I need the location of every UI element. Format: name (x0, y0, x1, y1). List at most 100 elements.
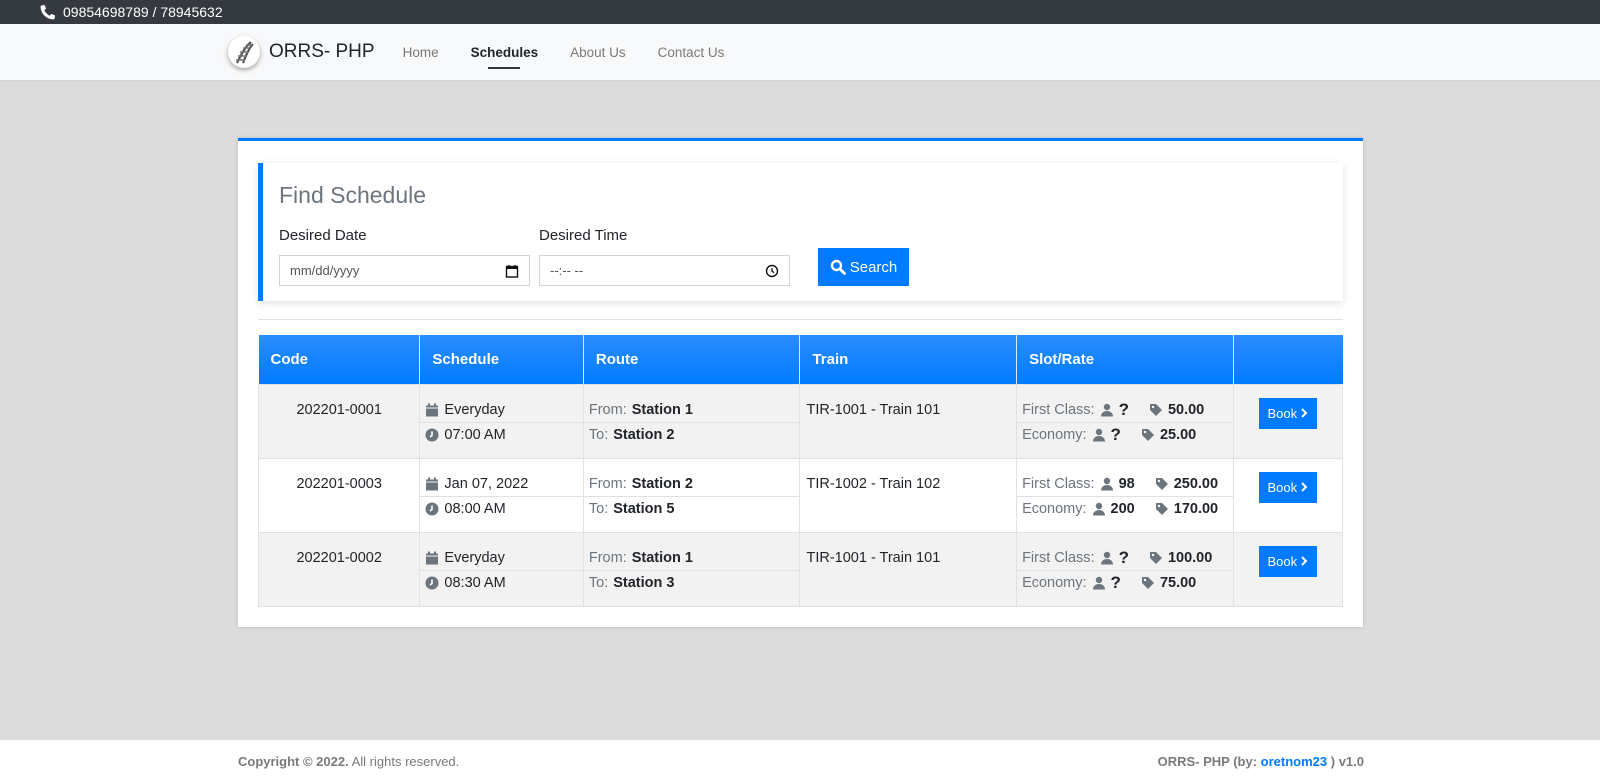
book-button[interactable]: Book (1258, 545, 1317, 577)
economy-slots: ? (1110, 573, 1121, 592)
time-placeholder: --:-- -- (550, 263, 584, 278)
author-link[interactable]: oretnom23 (1261, 754, 1327, 769)
schedule-code: 202201-0003 (257, 457, 421, 533)
clock-picker-icon[interactable] (765, 264, 779, 278)
chevron-right-icon (1301, 556, 1308, 566)
first-class-rate: 100.00 (1167, 549, 1213, 566)
price-tag-icon (1149, 403, 1162, 416)
desired-time-label: Desired Time (539, 227, 628, 244)
route-to: Station 3 (613, 575, 675, 591)
nav-contact-us[interactable]: Contact Us (642, 24, 741, 80)
calendar-icon (426, 551, 439, 564)
slot-rate-cell: First Class: 98 250.00 Economy: 200 170.00 (1016, 457, 1234, 533)
user-icon (1100, 551, 1113, 564)
header-code: Code (258, 335, 421, 384)
user-icon (1100, 403, 1113, 416)
first-class-rate: 50.00 (1167, 401, 1205, 418)
route-from: Station 1 (631, 549, 693, 566)
brand-name: ORRS- PHP (269, 41, 375, 62)
economy-slots: 200 (1110, 501, 1135, 517)
route-from: Station 2 (631, 475, 693, 492)
route-cell: From: Station 1 To: Station 3 (582, 531, 801, 607)
economy-label: Economy: (1022, 427, 1087, 443)
route-to: Station 5 (613, 501, 675, 517)
brand[interactable]: ORRS- PHP (228, 36, 375, 68)
header-train: Train (799, 335, 1018, 384)
train-name: TIR-1001 - Train 101 (799, 383, 1018, 459)
schedule-table: Code Schedule Route Train Slot/Rate 2022… (257, 335, 1344, 607)
user-icon (1092, 576, 1105, 590)
to-label: To: (588, 501, 609, 517)
desired-date-label: Desired Date (279, 227, 367, 244)
slot-rate-cell: First Class:? 100.00 Economy:? 75.00 (1016, 531, 1234, 607)
find-schedule-panel: Find Schedule Desired Date mm/dd/yyyy De… (258, 163, 1343, 301)
credit-suffix: ) v1.0 (1327, 754, 1364, 769)
contact-phone: 09854698789 / 78945632 (63, 4, 223, 20)
first-class-slots: ? (1118, 399, 1129, 419)
calendar-icon (426, 403, 439, 416)
schedule-time: 08:30 AM (444, 575, 506, 591)
economy-label: Economy: (1022, 501, 1087, 517)
book-label: Book (1267, 405, 1298, 421)
search-icon (830, 259, 846, 275)
credit-prefix: ORRS- PHP (by: (1157, 754, 1261, 769)
route-from: Station 1 (631, 401, 693, 418)
price-tag-icon (1141, 429, 1154, 441)
economy-rate: 75.00 (1159, 575, 1197, 591)
nav-home[interactable]: Home (387, 24, 455, 80)
credit: ORRS- PHP (by: oretnom23 ) v1.0 (1158, 754, 1364, 769)
to-label: To: (588, 427, 609, 443)
chevron-right-icon (1301, 482, 1308, 492)
chevron-right-icon (1301, 408, 1308, 418)
nav-about-us[interactable]: About Us (554, 24, 642, 80)
book-label: Book (1267, 479, 1298, 495)
desired-date-input[interactable]: mm/dd/yyyy (279, 255, 530, 286)
book-button[interactable]: Book (1258, 397, 1317, 429)
to-label: To: (588, 575, 609, 591)
header-action (1233, 335, 1343, 384)
search-button[interactable]: Search (818, 248, 909, 286)
table-row: 202201-0003 Jan 07, 2022 08:00 AM From: Stat… (257, 457, 1344, 533)
calendar-icon (426, 477, 439, 490)
train-name: TIR-1001 - Train 101 (799, 531, 1018, 607)
action-cell: Book (1232, 531, 1344, 607)
header-route: Route (583, 335, 801, 384)
header-slot-rate: Slot/Rate (1016, 335, 1234, 384)
user-icon (1100, 477, 1113, 490)
schedule-cell: Everyday 08:30 AM (419, 531, 584, 607)
railway-logo-icon (228, 36, 260, 68)
find-schedule-title: Find Schedule (279, 182, 427, 208)
price-tag-icon (1141, 577, 1154, 589)
calendar-picker-icon[interactable] (505, 264, 519, 278)
price-tag-icon (1149, 551, 1162, 564)
header-schedule: Schedule (419, 335, 584, 384)
book-button[interactable]: Book (1258, 471, 1317, 503)
desired-time-input[interactable]: --:-- -- (539, 255, 790, 286)
copyright-rights: All rights reserved. (348, 754, 460, 769)
economy-rate: 170.00 (1173, 501, 1219, 517)
phone-icon (40, 4, 56, 20)
table-header-row: Code Schedule Route Train Slot/Rate (258, 335, 1343, 384)
economy-slots: ? (1110, 425, 1121, 444)
main-navbar: ORRS- PHP Home Schedules About Us Contac… (0, 24, 1600, 80)
schedule-code: 202201-0002 (257, 531, 421, 607)
nav-schedules[interactable]: Schedules (455, 24, 555, 80)
economy-label: Economy: (1022, 575, 1087, 591)
copyright: Copyright © 2022. All rights reserved. (238, 754, 459, 769)
first-class-label: First Class: (1022, 549, 1095, 566)
first-class-slots: ? (1118, 547, 1129, 567)
action-cell: Book (1232, 457, 1344, 533)
clock-icon (425, 502, 439, 516)
table-row: 202201-0001 Everyday 07:00 AM From: Station … (257, 383, 1344, 459)
from-label: From: (588, 475, 627, 492)
schedule-cell: Everyday 07:00 AM (419, 383, 584, 459)
user-icon (1092, 502, 1105, 516)
route-cell: From: Station 2 To: Station 5 (582, 457, 801, 533)
from-label: From: (588, 401, 627, 418)
section-divider (258, 319, 1343, 320)
schedule-time: 07:00 AM (444, 427, 506, 443)
schedule-card: Find Schedule Desired Date mm/dd/yyyy De… (238, 138, 1363, 627)
copyright-year: Copyright © 2022. (238, 754, 349, 769)
clock-icon (425, 576, 439, 590)
date-placeholder: mm/dd/yyyy (290, 263, 360, 278)
